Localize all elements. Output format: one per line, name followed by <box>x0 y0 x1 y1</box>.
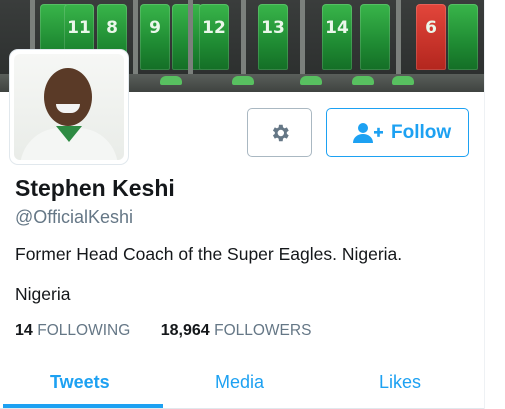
jersey-number: 9 <box>149 18 161 38</box>
avatar-face <box>44 68 92 126</box>
profile-handle: @OfficialKeshi <box>15 207 133 227</box>
profile-name: Stephen Keshi <box>15 175 175 201</box>
profile-stats: 14 FOLLOWING 18,964 FOLLOWERS <box>15 322 311 340</box>
profile-card: 11 8 9 12 13 14 6 Follow Stephen Keshi @… <box>0 0 484 409</box>
boot <box>300 76 322 85</box>
tab-tweets[interactable]: Tweets <box>50 372 110 393</box>
followers-label: FOLLOWERS <box>214 322 312 339</box>
follow-button[interactable]: Follow <box>326 108 469 157</box>
profile-tabs: Tweets Media Likes <box>0 360 484 409</box>
boot <box>352 76 374 85</box>
avatar[interactable] <box>10 50 128 164</box>
boot <box>392 76 414 85</box>
tab-media[interactable]: Media <box>215 372 264 393</box>
settings-button[interactable] <box>247 108 312 157</box>
add-user-icon <box>353 123 383 143</box>
following-label: FOLLOWING <box>37 322 131 339</box>
right-gutter <box>484 0 505 409</box>
jersey-number: 6 <box>425 18 437 38</box>
jersey-number: 12 <box>202 18 226 38</box>
following-count: 14 <box>15 322 33 339</box>
jersey <box>172 4 202 70</box>
jersey <box>360 4 390 70</box>
jersey-number: 14 <box>325 18 349 38</box>
avatar-photo <box>14 54 124 160</box>
boot <box>232 76 254 85</box>
jersey-number: 8 <box>106 18 118 38</box>
tab-likes[interactable]: Likes <box>379 372 421 393</box>
follow-label: Follow <box>391 122 452 143</box>
profile-location: Nigeria <box>15 284 71 304</box>
jersey-number: 11 <box>67 18 91 38</box>
jersey-number: 13 <box>261 18 285 38</box>
boot <box>160 76 182 85</box>
jersey <box>448 4 478 70</box>
profile-bio: Former Head Coach of the Super Eagles. N… <box>15 244 403 264</box>
following-stat[interactable]: 14 FOLLOWING <box>15 322 130 340</box>
gear-icon <box>272 124 289 142</box>
followers-count: 18,964 <box>160 322 210 339</box>
followers-stat[interactable]: 18,964 FOLLOWERS <box>161 322 312 340</box>
